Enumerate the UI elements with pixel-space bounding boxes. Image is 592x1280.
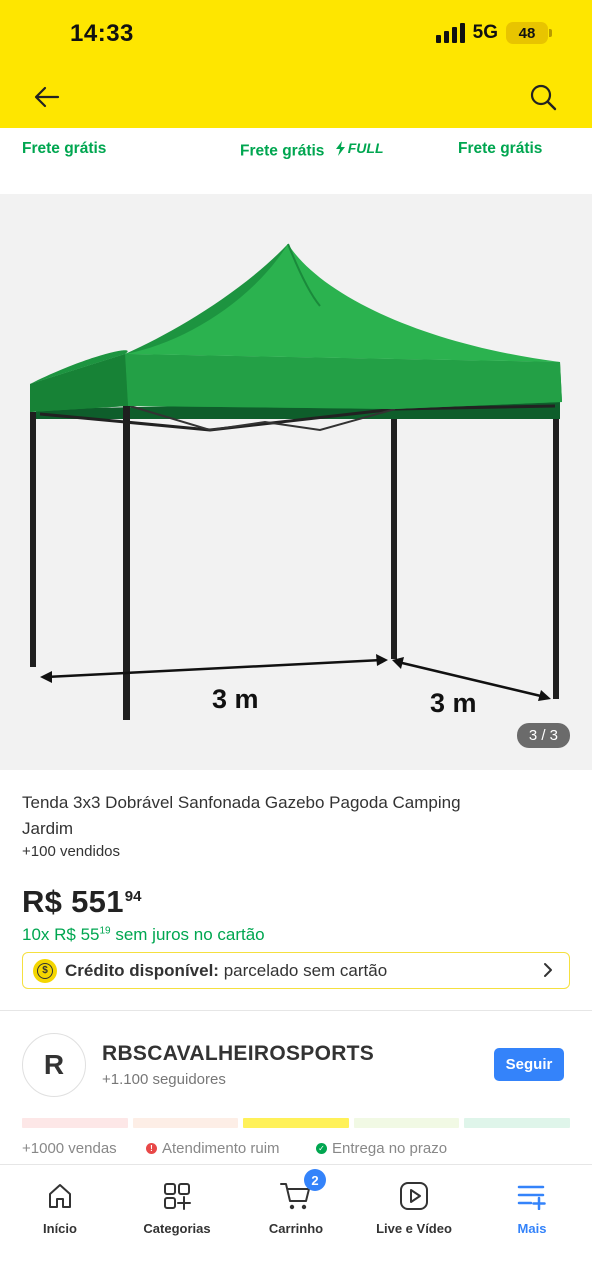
- sales-count: +1000 vendas: [22, 1140, 117, 1157]
- thermometer-segment: [464, 1118, 570, 1128]
- network-type: 5G: [472, 22, 498, 43]
- coin-icon: $: [33, 958, 57, 983]
- full-badge: FULL: [335, 140, 384, 156]
- service-label: Atendimento ruim: [162, 1140, 280, 1157]
- delivery-rating: ✓ Entrega no prazo: [316, 1140, 447, 1157]
- categories-icon: [164, 1183, 191, 1210]
- price: R$ 551 94: [22, 884, 141, 920]
- free-shipping-label: Frete grátis: [22, 140, 107, 157]
- credit-banner[interactable]: $ Crédito disponível: parcelado sem cart…: [22, 952, 570, 989]
- top-header: 14:33 5G 48: [0, 0, 592, 128]
- back-button[interactable]: [30, 80, 64, 114]
- nav-label: Início: [43, 1221, 77, 1236]
- status-indicators: 5G 48: [435, 22, 552, 44]
- nav-item-more[interactable]: Mais: [473, 1179, 591, 1236]
- status-time: 14:33: [70, 20, 134, 47]
- dimension-width-label: 3 m: [212, 684, 259, 714]
- nav-item-categories[interactable]: Categorias: [118, 1179, 236, 1236]
- reputation-thermometer: [22, 1118, 570, 1128]
- product-title: Tenda 3x3 Dobrável Sanfonada Gazebo Pago…: [22, 793, 461, 838]
- lightning-icon: [335, 140, 345, 156]
- credit-bold: Crédito disponível:: [65, 960, 219, 980]
- follow-button[interactable]: Seguir: [494, 1048, 564, 1081]
- cart-badge: 2: [304, 1169, 326, 1191]
- tent-image: 3 m 3 m: [30, 243, 562, 720]
- play-icon: [400, 1182, 428, 1210]
- nav-item-live-video[interactable]: Live e Vídeo: [355, 1179, 473, 1236]
- nav-item-cart[interactable]: 2 Carrinho: [237, 1169, 355, 1236]
- installment-prefix: 10x R$ 55: [22, 925, 100, 944]
- battery-icon: 48: [506, 22, 552, 44]
- nav-label: Carrinho: [268, 1221, 324, 1236]
- menu-plus-icon: [517, 1185, 546, 1210]
- nav-item-home[interactable]: Início: [1, 1179, 119, 1236]
- nav-label: Mais: [517, 1221, 547, 1236]
- thermometer-segment: [243, 1118, 349, 1128]
- image-counter: 3 / 3: [516, 723, 570, 748]
- service-rating: ! Atendimento ruim: [146, 1140, 280, 1157]
- arrow-left-icon: [34, 86, 60, 108]
- chevron-right-icon: [544, 963, 552, 977]
- check-icon: ✓: [316, 1143, 327, 1154]
- sold-count: +100 vendidos: [22, 843, 120, 860]
- bottom-navigation: Início Categorias 2 Carrinho Live e Víde…: [0, 1164, 592, 1280]
- product-gallery[interactable]: 3 m 3 m 3 / 3: [0, 194, 592, 770]
- battery-level: 48: [518, 24, 536, 42]
- dimension-depth-label: 3 m: [430, 688, 477, 718]
- search-icon: [530, 84, 557, 111]
- installments: 10x R$ 5519 sem juros no cartão: [22, 925, 265, 945]
- seller-name[interactable]: RBSCAVALHEIROSPORTS: [102, 1042, 374, 1066]
- section-divider: [0, 1010, 592, 1011]
- delivery-label: Entrega no prazo: [332, 1140, 448, 1157]
- warning-icon: !: [146, 1143, 157, 1154]
- seller-sales: +1000 vendas: [22, 1140, 117, 1157]
- free-shipping-full: Frete grátis FULL: [240, 140, 384, 161]
- recommendation-strip: Frete grátis Frete grátis FULL Frete grá…: [0, 128, 592, 194]
- installment-suffix: sem juros no cartão: [110, 925, 265, 944]
- full-label: FULL: [347, 140, 384, 156]
- thermometer-segment: [353, 1118, 460, 1128]
- signal-icon: [435, 23, 465, 43]
- free-shipping-label: Frete grátis: [240, 142, 325, 160]
- credit-text: Crédito disponível: parcelado sem cartão: [65, 961, 387, 981]
- seller-followers: +1.100 seguidores: [102, 1071, 226, 1088]
- seller-avatar[interactable]: R: [22, 1033, 86, 1097]
- home-icon: [49, 1184, 71, 1208]
- price-cents: 94: [124, 888, 142, 905]
- installment-cents: 19: [99, 925, 111, 937]
- price-main: R$ 551: [22, 884, 124, 919]
- credit-rest: parcelado sem cartão: [218, 960, 388, 980]
- nav-label: Categorias: [143, 1221, 211, 1236]
- free-shipping-label: Frete grátis: [458, 140, 543, 157]
- thermometer-segment: [132, 1118, 239, 1128]
- thermometer-segment: [22, 1118, 128, 1128]
- nav-label: Live e Vídeo: [376, 1221, 452, 1236]
- search-button[interactable]: [526, 80, 560, 114]
